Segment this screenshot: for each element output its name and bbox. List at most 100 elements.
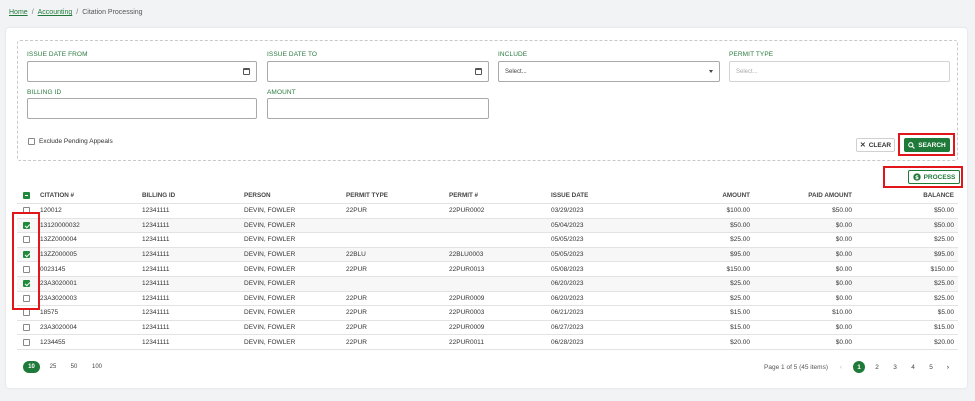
table-row[interactable]: 0023145 12341111 DEVIN, FOWLER 22PUR 22PUR00… <box>17 262 958 277</box>
citation-cell: 13120000032 <box>40 221 80 229</box>
table-row[interactable]: 23A3020003 12341111 DEVIN, FOWLER 22PUR 22PU… <box>17 292 958 307</box>
citation-cell: 23A3020004 <box>40 324 77 332</box>
billing-id-cell: 12341111 <box>142 338 170 346</box>
issue-date-from-label: ISSUE DATE FROM <box>27 51 88 58</box>
row-select-cell[interactable] <box>23 321 30 335</box>
select-all-cell[interactable] <box>23 188 30 203</box>
table-row[interactable]: 120012 12341111 DEVIN, FOWLER 22PUR 22PUR000… <box>17 204 958 219</box>
calendar-icon[interactable] <box>243 68 250 75</box>
permit-type-select[interactable]: Select... <box>729 61 950 82</box>
citation-cell: 1234455 <box>40 338 66 346</box>
citation-cell: 13ZZ000005 <box>40 251 77 259</box>
table-row[interactable]: 18575 12341111 DEVIN, FOWLER 22PUR 22PUR0003… <box>17 306 958 321</box>
table-row[interactable]: 23A3020001 12341111 DEVIN, FOWLER 06/20/202… <box>17 277 958 292</box>
citation-cell: 18575 <box>40 309 59 317</box>
page-5[interactable]: 5 <box>925 361 937 373</box>
billing-id-input[interactable] <box>27 98 257 119</box>
exclude-pending-appeals[interactable]: Exclude Pending Appeals <box>28 138 113 145</box>
clear-button-label: CLEAR <box>868 141 892 149</box>
person-cell: DEVIN, FOWLER <box>244 324 296 332</box>
calendar-icon[interactable] <box>475 68 482 75</box>
table-row[interactable]: 13ZZ000004 12341111 DEVIN, FOWLER 05/05/202… <box>17 233 958 248</box>
amount-cell: $15.00 <box>730 324 750 332</box>
col-amount[interactable]: AMOUNT <box>722 188 750 203</box>
person-cell: DEVIN, FOWLER <box>244 251 296 259</box>
person-cell: DEVIN, FOWLER <box>244 294 296 302</box>
col-person[interactable]: PERSON <box>244 188 271 203</box>
row-checkbox[interactable] <box>23 309 30 317</box>
paid-amount-cell: $0.00 <box>835 221 852 229</box>
pagination: 10 25 50 100 Page 1 of 5 (45 items) ‹ 1 … <box>17 359 958 375</box>
issue-date-cell: 05/05/2023 <box>551 251 584 259</box>
page-3[interactable]: 3 <box>889 361 901 373</box>
issue-date-cell: 06/28/2023 <box>551 338 584 346</box>
billing-id-cell: 12341111 <box>142 207 170 215</box>
balance-cell: $5.00 <box>937 309 954 317</box>
citation-cell: 120012 <box>40 207 62 215</box>
breadcrumb-accounting[interactable]: Accounting <box>38 9 73 16</box>
billing-id-label: BILLING ID <box>27 89 62 96</box>
row-checkbox[interactable] <box>23 324 30 332</box>
table-header: CITATION # BILLING ID PERSON PERMIT TYPE… <box>17 188 958 204</box>
table-row[interactable]: 1234455 12341111 DEVIN, FOWLER 22PUR 22PUR00… <box>17 335 958 350</box>
paid-amount-cell: $50.00 <box>832 207 852 215</box>
row-checkbox[interactable] <box>23 338 30 346</box>
close-icon: ✕ <box>859 142 866 149</box>
page-size-50[interactable]: 50 <box>68 361 80 373</box>
issue-date-cell: 05/08/2023 <box>551 265 584 273</box>
person-cell: DEVIN, FOWLER <box>244 207 296 215</box>
amount-cell: $25.00 <box>730 294 750 302</box>
col-balance[interactable]: BALANCE <box>923 188 954 203</box>
table-row[interactable]: 13ZZ000005 12341111 DEVIN, FOWLER 22BLU 22BL… <box>17 247 958 263</box>
permit-cell: 22PUR0002 <box>449 207 485 215</box>
citation-cell: 0023145 <box>40 265 66 273</box>
permit-type-cell: 22PUR <box>346 338 367 346</box>
issue-date-to-input[interactable] <box>267 61 489 82</box>
include-select-value: Select... <box>505 68 527 75</box>
breadcrumb-home[interactable]: Home <box>9 9 28 16</box>
amount-cell: $95.00 <box>730 251 750 259</box>
table-row[interactable]: 13120000032 12341111 DEVIN, FOWLER 05/04/20… <box>17 218 958 234</box>
billing-id-cell: 12341111 <box>142 309 170 317</box>
col-issue-date[interactable]: ISSUE DATE <box>551 188 588 203</box>
permit-cell: 22PUR0009 <box>449 324 485 332</box>
amount-cell: $150.00 <box>726 265 751 273</box>
permit-cell: 22BLU0003 <box>449 251 484 259</box>
row-select-cell[interactable] <box>23 335 30 349</box>
issue-date-cell: 06/20/2023 <box>551 280 584 288</box>
permit-cell: 22PUR0011 <box>449 338 484 346</box>
issue-date-to-label: ISSUE DATE TO <box>267 51 318 58</box>
breadcrumb-separator: / <box>76 9 79 16</box>
col-paid-amount[interactable]: PAID AMOUNT <box>808 188 852 203</box>
amount-cell: $15.00 <box>730 309 750 317</box>
issue-date-cell: 06/21/2023 <box>551 309 584 317</box>
paid-amount-cell: $0.00 <box>835 294 852 302</box>
col-citation[interactable]: CITATION # <box>40 188 74 203</box>
col-billing-id[interactable]: BILLING ID <box>142 188 175 203</box>
paid-amount-cell: $0.00 <box>835 265 852 273</box>
next-page-button[interactable]: › <box>942 361 954 373</box>
page-4[interactable]: 4 <box>907 361 919 373</box>
col-permit-type[interactable]: PERMIT TYPE <box>346 188 388 203</box>
page-size-25[interactable]: 25 <box>47 361 59 373</box>
page-1[interactable]: 1 <box>853 361 865 373</box>
table-row[interactable]: 23A3020004 12341111 DEVIN, FOWLER 22PUR 22PU… <box>17 321 958 336</box>
exclude-pending-appeals-checkbox[interactable] <box>28 138 35 145</box>
include-select[interactable]: Select... <box>498 61 720 82</box>
issue-date-cell: 05/04/2023 <box>551 221 584 229</box>
page-size-10[interactable]: 10 <box>23 361 40 373</box>
permit-type-cell: 22PUR <box>346 324 367 332</box>
permit-type-label: PERMIT TYPE <box>729 51 774 58</box>
amount-input[interactable] <box>267 98 489 119</box>
prev-page-button[interactable]: ‹ <box>835 361 847 373</box>
col-permit[interactable]: PERMIT # <box>449 188 478 203</box>
person-cell: DEVIN, FOWLER <box>244 280 296 288</box>
page-size-100[interactable]: 100 <box>88 361 106 373</box>
citation-cell: 23A3020001 <box>40 280 77 288</box>
chevron-down-icon <box>709 70 713 73</box>
select-all-checkbox[interactable] <box>23 192 30 199</box>
clear-button[interactable]: ✕ CLEAR <box>856 138 895 152</box>
page-2[interactable]: 2 <box>871 361 883 373</box>
permit-cell: 22PUR0009 <box>449 294 485 302</box>
issue-date-from-input[interactable] <box>27 61 257 82</box>
